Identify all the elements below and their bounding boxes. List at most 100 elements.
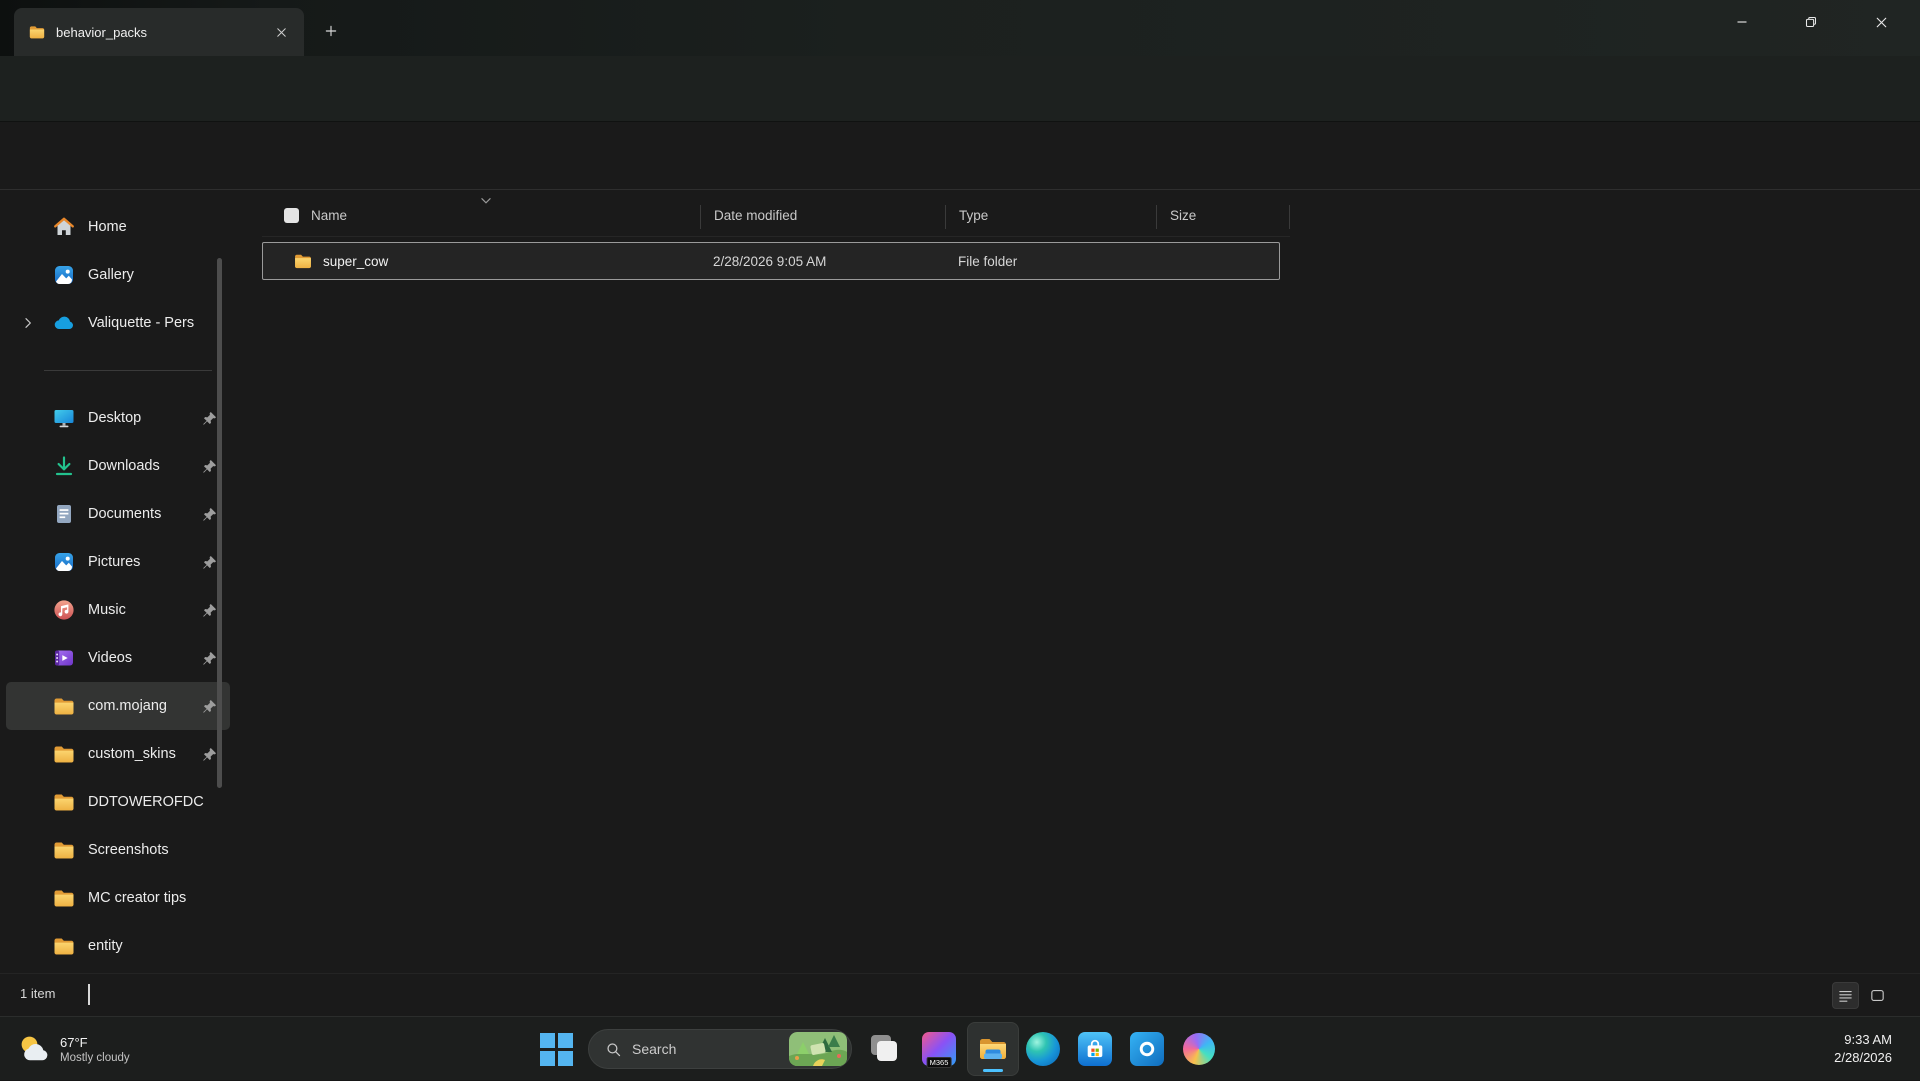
sidebar-item-pictures[interactable]: Pictures (6, 538, 230, 586)
column-header-type[interactable]: Type (945, 208, 1156, 223)
store-bag-icon (1082, 1036, 1108, 1062)
folder-icon (52, 742, 76, 766)
clock-date: 2/28/2026 (1834, 1050, 1892, 1065)
column-header-date-modified[interactable]: Date modified (700, 208, 945, 223)
sort-ascending-chevron-icon (481, 198, 491, 204)
column-divider[interactable] (1289, 205, 1290, 229)
column-divider[interactable] (700, 205, 701, 229)
sidebar-scrollbar[interactable] (217, 258, 222, 788)
command-bar: New Sort View Details (0, 122, 1920, 296)
sidebar-item-videos[interactable]: Videos (6, 634, 230, 682)
column-header-name[interactable]: Name (262, 208, 700, 223)
file-row-super-cow[interactable]: super_cow 2/28/2026 9:05 AM File folder (262, 242, 1280, 280)
column-header-row: Name Date modified Type Size (262, 195, 1290, 237)
sidebar-item-mc-creator-tips[interactable]: MC creator tips (6, 874, 230, 922)
sidebar-item-com-mojang[interactable]: com.mojang (6, 682, 230, 730)
outlook-app-button[interactable] (1127, 1029, 1167, 1069)
folder-icon (52, 934, 76, 958)
details-view-toggle[interactable] (1832, 982, 1859, 1009)
plus-icon (323, 23, 339, 39)
sidebar-item-entity[interactable]: entity (6, 922, 230, 970)
column-label: Size (1170, 208, 1197, 223)
close-icon (274, 25, 289, 40)
column-divider[interactable] (1156, 205, 1157, 229)
weather-sun-cloud-icon (16, 1031, 52, 1067)
folder-icon (28, 23, 46, 41)
videos-icon (52, 646, 76, 670)
pin-icon (201, 458, 218, 475)
gallery-icon (52, 263, 76, 287)
folder-icon (52, 838, 76, 862)
explorer-tab[interactable]: behavior_packs (14, 8, 304, 56)
navigation-bar: … Users Shared games com.mojang behavior… (0, 56, 1920, 162)
copilot-app-button[interactable] (1179, 1029, 1219, 1069)
m365-copilot-app-button[interactable]: M365 (919, 1029, 959, 1069)
taskbar-search-box[interactable]: Search (588, 1029, 852, 1069)
pin-icon (201, 602, 218, 619)
taskbar-search-label: Search (632, 1041, 677, 1057)
thumbnail-view-icon (1869, 987, 1886, 1004)
sidebar-item-onedrive[interactable]: Valiquette - Pers (6, 299, 230, 347)
active-app-indicator (983, 1069, 1003, 1072)
large-icons-view-toggle[interactable] (1864, 982, 1891, 1009)
weather-temp: 67°F (60, 1034, 88, 1050)
taskbar: 67°F Mostly cloudy Search M365 9:33 AM 2… (0, 1016, 1920, 1080)
list-view-icon (1837, 987, 1854, 1004)
sidebar-item-label: com.mojang (88, 698, 167, 714)
sidebar-item-screenshots[interactable]: Screenshots (6, 826, 230, 874)
onedrive-cloud-icon (52, 311, 76, 335)
sidebar-item-label: custom_skins (88, 746, 176, 762)
task-view-button[interactable] (864, 1029, 904, 1069)
windows-logo-icon (539, 1032, 573, 1066)
sidebar-item-desktop[interactable]: Desktop (6, 394, 230, 442)
edge-app-button[interactable] (1023, 1029, 1063, 1069)
tab-close-button[interactable] (268, 19, 294, 45)
chevron-right-icon[interactable] (20, 315, 36, 331)
search-icon (605, 1041, 622, 1058)
weather-widget[interactable]: 67°F Mostly cloudy (10, 1017, 136, 1081)
folder-icon (293, 251, 313, 271)
restore-button[interactable] (1788, 0, 1834, 44)
item-count: 1 item (20, 986, 56, 1001)
folder-icon (52, 694, 76, 718)
downloads-icon (52, 454, 76, 478)
microsoft-store-icon (1078, 1032, 1112, 1066)
minimize-button[interactable] (1719, 0, 1765, 44)
pin-icon (201, 554, 218, 571)
m365-badge: M365 (926, 1056, 952, 1068)
task-view-icon (864, 1029, 904, 1069)
sidebar-item-custom-skins[interactable]: custom_skins (6, 730, 230, 778)
sidebar-divider (44, 370, 212, 371)
desktop-icon (52, 406, 76, 430)
start-button[interactable] (536, 1029, 576, 1069)
sidebar-item-label: DDTOWEROFDC (88, 794, 204, 810)
microsoft-store-app-button[interactable] (1075, 1029, 1115, 1069)
search-highlight-image[interactable] (789, 1032, 847, 1066)
clock-time: 9:33 AM (1844, 1032, 1892, 1047)
file-explorer-app-button[interactable] (967, 1022, 1019, 1076)
sidebar-item-label: Desktop (88, 410, 142, 426)
sidebar-item-music[interactable]: Music (6, 586, 230, 634)
column-divider[interactable] (945, 205, 946, 229)
window-close-button[interactable] (1858, 0, 1904, 44)
folder-icon (52, 886, 76, 910)
column-label: Type (959, 208, 989, 223)
sidebar-item-ddtowerofdc[interactable]: DDTOWEROFDC (6, 778, 230, 826)
weather-condition: Mostly cloudy (60, 1051, 130, 1064)
file-type-cell: File folder (958, 253, 1018, 269)
sidebar-item-home[interactable]: Home (6, 203, 230, 251)
sidebar-item-downloads[interactable]: Downloads (6, 442, 230, 490)
pin-icon (201, 506, 218, 523)
new-tab-button[interactable] (318, 18, 344, 44)
sidebar-item-documents[interactable]: Documents (6, 490, 230, 538)
taskbar-clock[interactable]: 9:33 AM 2/28/2026 (1834, 1031, 1892, 1067)
status-divider (88, 984, 90, 1005)
column-header-size[interactable]: Size (1156, 208, 1290, 223)
sidebar-item-label: Screenshots (88, 842, 169, 858)
select-all-checkbox[interactable] (284, 208, 299, 223)
close-icon (1873, 14, 1890, 31)
column-label: Date modified (714, 208, 798, 223)
sidebar-item-gallery[interactable]: Gallery (6, 251, 230, 299)
pictures-icon (52, 550, 76, 574)
edge-icon (1026, 1032, 1060, 1066)
